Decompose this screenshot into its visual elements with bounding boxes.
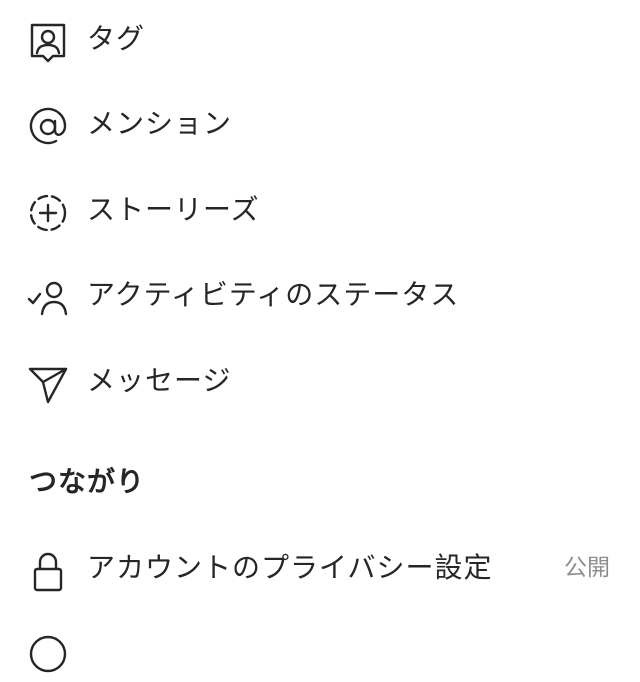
menu-item-label: アクティビティのステータス [87,278,460,311]
person-check-icon [26,276,70,320]
at-mention-icon [26,105,70,149]
tag-person-icon [26,20,70,64]
menu-item-label: タグ [87,22,146,55]
story-add-icon [26,191,70,235]
menu-item-label: メッセージ [87,364,232,397]
menu-item-label: ストーリーズ [87,193,260,226]
menu-item-messages[interactable]: メッセージ [0,348,640,412]
menu-item-account-privacy[interactable]: アカウントのプライバシー設定 公開 [0,535,640,599]
menu-item-mentions[interactable]: メンション [0,91,640,155]
menu-item-activity-status[interactable]: アクティビティのステータス [0,262,640,326]
lock-icon [26,549,70,593]
section-header-connections: つながり [29,465,146,498]
partial-icon [26,632,70,676]
paper-plane-icon [26,362,70,406]
menu-item-tags[interactable]: タグ [0,6,640,70]
privacy-status-value: 公開 [564,555,610,581]
menu-item-partial[interactable] [0,618,640,682]
menu-item-label: アカウントのプライバシー設定 [87,551,493,584]
menu-item-stories[interactable]: ストーリーズ [0,177,640,241]
menu-item-label: メンション [87,107,233,140]
